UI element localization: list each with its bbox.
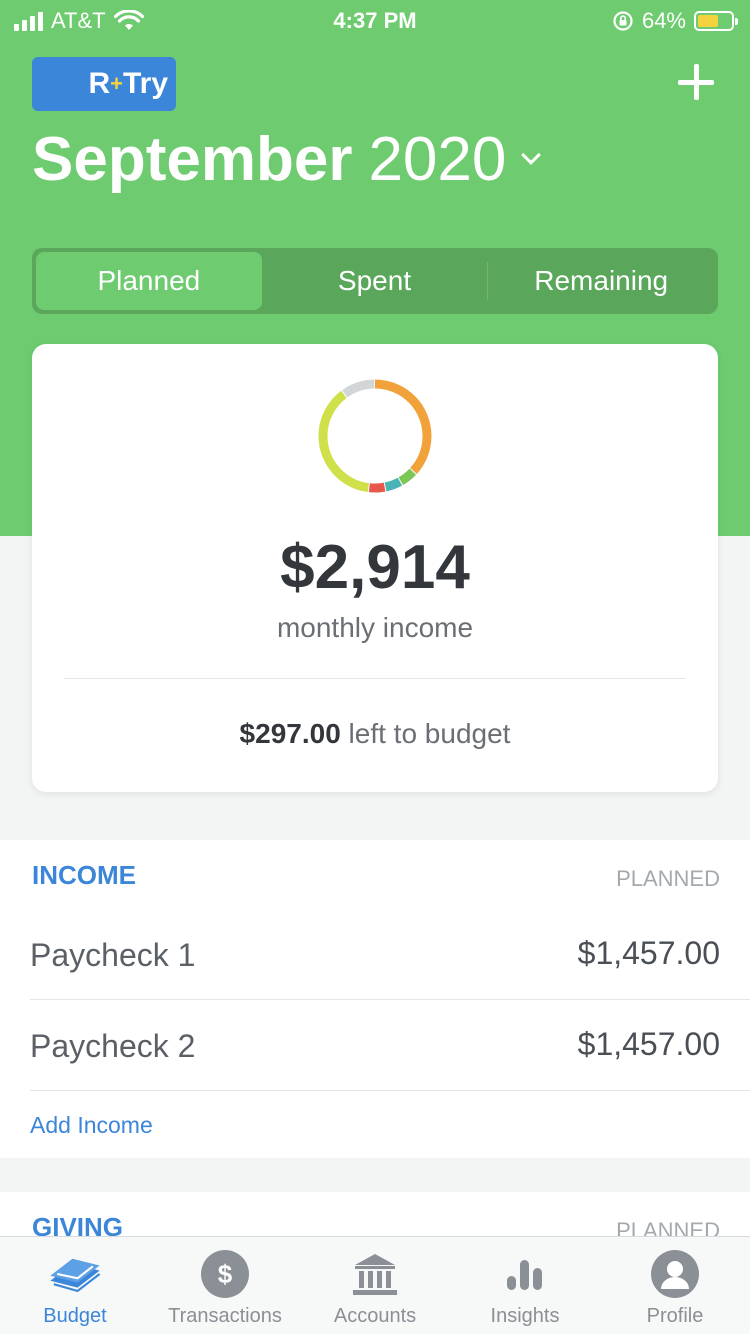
chevron-down-icon (521, 144, 542, 165)
status-bar: AT&T 4:37 PM 64% (0, 0, 750, 40)
tab-accounts[interactable]: Accounts (300, 1237, 450, 1334)
summary-card: $2,914 monthly income $297.00 left to bu… (32, 344, 718, 792)
year-label: 2020 (368, 125, 507, 194)
tab-planned[interactable]: Planned (36, 252, 262, 310)
tab-remaining[interactable]: Remaining (488, 252, 714, 310)
battery-percent: 64% (641, 8, 686, 33)
month-label: September (32, 125, 353, 194)
battery-icon (694, 11, 738, 31)
user-avatar-icon (647, 1249, 703, 1299)
tab-budget-label: Budget (43, 1305, 107, 1327)
status-right: 64% (612, 8, 738, 34)
rotation-lock-icon (613, 11, 633, 31)
dollar-icon: $ (197, 1249, 253, 1299)
tab-spent[interactable]: Spent (262, 252, 488, 310)
badge-suffix: Try (122, 67, 168, 100)
bank-icon (347, 1249, 403, 1299)
tab-transactions-label: Transactions (168, 1305, 282, 1327)
bottom-tab-bar: Budget $ Transactions Accounts Insights … (0, 1236, 750, 1334)
monthly-income-amount: $2,914 (280, 533, 470, 602)
income-row[interactable]: Paycheck 2 $1,457.00 (30, 1000, 750, 1091)
month-selector[interactable]: September 2020 (32, 124, 542, 195)
bar-chart-icon (497, 1249, 553, 1299)
svg-text:$: $ (218, 1259, 233, 1289)
try-badge[interactable]: R + Try (32, 57, 176, 111)
income-row[interactable]: Paycheck 1 $1,457.00 (30, 909, 750, 1000)
tab-profile[interactable]: Profile (600, 1237, 750, 1334)
left-to-budget-amount: $297.00 (239, 718, 341, 749)
tab-transactions[interactable]: $ Transactions (150, 1237, 300, 1334)
tab-budget[interactable]: Budget (0, 1237, 150, 1334)
tab-accounts-label: Accounts (333, 1305, 417, 1327)
budget-icon (47, 1249, 103, 1299)
card-divider (64, 678, 686, 679)
income-item-name: Paycheck 1 (30, 937, 196, 973)
income-item-amount[interactable]: $1,457.00 (578, 935, 720, 972)
income-title: INCOME (32, 860, 136, 890)
left-to-budget: $297.00 left to budget (32, 718, 718, 750)
tab-insights-label: Insights (490, 1305, 560, 1327)
income-section: INCOME PLANNED Paycheck 1 $1,457.00 Payc… (0, 840, 750, 1158)
add-button[interactable] (678, 64, 714, 100)
add-income-link[interactable]: Add Income (30, 1112, 153, 1139)
income-item-amount[interactable]: $1,457.00 (578, 1026, 720, 1063)
budget-donut-chart (318, 379, 432, 493)
tab-insights[interactable]: Insights (450, 1237, 600, 1334)
income-item-name: Paycheck 2 (30, 1028, 196, 1064)
badge-prefix: R (88, 67, 111, 100)
left-to-budget-label: left to budget (340, 718, 511, 749)
monthly-income-label: monthly income (276, 612, 474, 643)
view-segmented-control: Planned Spent Remaining (32, 248, 718, 314)
income-planned-header: PLANNED (616, 866, 720, 891)
tab-profile-label: Profile (646, 1305, 704, 1327)
